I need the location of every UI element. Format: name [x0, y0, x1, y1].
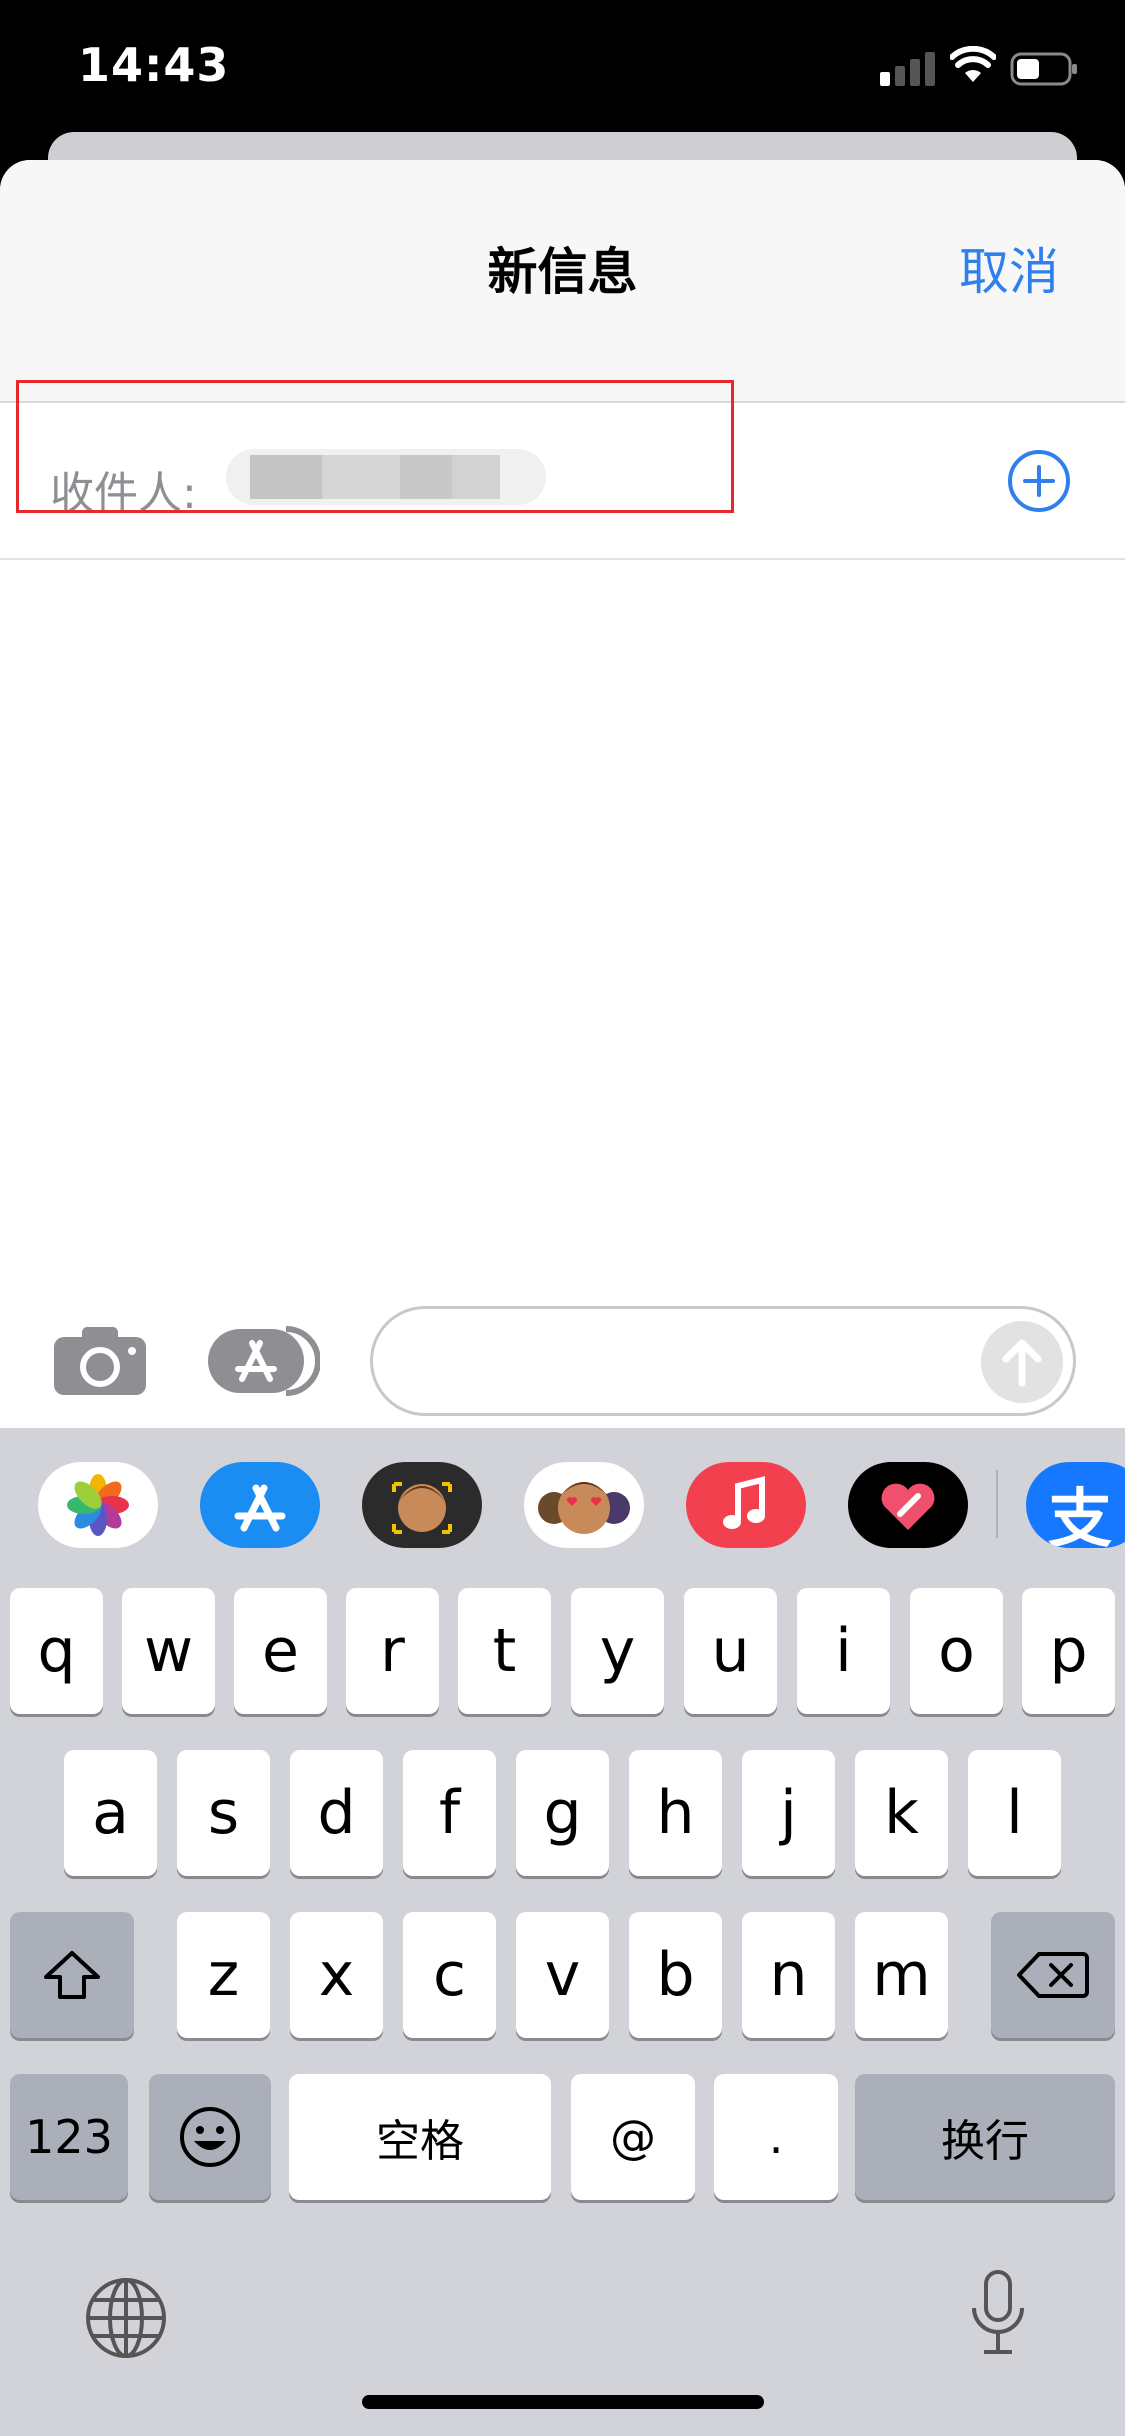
key-q[interactable]: q — [10, 1588, 103, 1714]
memoji-stickers-app-button[interactable] — [362, 1462, 482, 1548]
emoji-key[interactable] — [149, 2074, 271, 2200]
backspace-icon — [1017, 1952, 1089, 1998]
digital-touch-app-button[interactable] — [848, 1462, 968, 1548]
key-x[interactable]: x — [290, 1912, 383, 2038]
animoji-icon — [538, 1482, 630, 1534]
animoji-app-button[interactable] — [524, 1462, 644, 1548]
key-p[interactable]: p — [1022, 1588, 1115, 1714]
key-b[interactable]: b — [629, 1912, 722, 2038]
photos-app-button[interactable] — [38, 1462, 158, 1548]
memoji-icon — [392, 1482, 452, 1534]
alipay-app-button[interactable]: 支 — [1026, 1462, 1125, 1548]
send-button[interactable] — [981, 1321, 1063, 1403]
app-strip-divider — [996, 1470, 998, 1538]
app-store-icon — [234, 1484, 286, 1532]
home-indicator[interactable] — [362, 2395, 764, 2409]
globe-icon[interactable] — [84, 2276, 168, 2360]
recipient-highlight-box — [16, 380, 734, 513]
emoji-smile-icon — [180, 2107, 240, 2167]
key-v[interactable]: v — [516, 1912, 609, 2038]
key-u[interactable]: u — [684, 1588, 777, 1714]
alipay-icon: 支 — [1048, 1483, 1112, 1548]
key-t[interactable]: t — [458, 1588, 551, 1714]
cancel-button[interactable]: 取消 — [959, 232, 1059, 304]
key-y[interactable]: y — [571, 1588, 664, 1714]
numbers-key[interactable]: 123 — [10, 2074, 128, 2200]
wifi-icon — [950, 46, 996, 82]
backspace-key[interactable] — [991, 1912, 1115, 2038]
at-key[interactable]: @ — [571, 2074, 695, 2200]
page-title: 新信息 — [487, 243, 638, 301]
app-store-drawer-icon[interactable] — [208, 1325, 320, 1397]
key-i[interactable]: i — [797, 1588, 890, 1714]
heart-icon — [881, 1483, 935, 1530]
music-note-icon — [723, 1476, 765, 1529]
return-key[interactable]: 换行 — [855, 2074, 1115, 2200]
key-j[interactable]: j — [742, 1750, 835, 1876]
status-bar: 14:43 — [0, 0, 1125, 135]
camera-icon[interactable] — [52, 1325, 148, 1397]
key-m[interactable]: m — [855, 1912, 948, 2038]
keyboard: 支 q w e r t y u i o p a s d f g h j k l … — [0, 1428, 1125, 2436]
message-input[interactable] — [370, 1306, 1076, 1416]
key-w[interactable]: w — [122, 1588, 215, 1714]
key-a[interactable]: a — [64, 1750, 157, 1876]
space-key[interactable]: 空格 — [289, 2074, 551, 2200]
key-d[interactable]: d — [290, 1750, 383, 1876]
key-g[interactable]: g — [516, 1750, 609, 1876]
period-key[interactable]: . — [714, 2074, 838, 2200]
add-contact-icon[interactable] — [1006, 448, 1072, 514]
key-h[interactable]: h — [629, 1750, 722, 1876]
shift-arrow-icon — [44, 1951, 100, 1999]
arrow-up-icon — [1002, 1339, 1042, 1387]
cellular-signal-icon — [880, 52, 936, 86]
key-s[interactable]: s — [177, 1750, 270, 1876]
sheet-header: 新信息 取消 — [0, 160, 1125, 403]
photos-icon — [67, 1474, 129, 1536]
battery-icon — [1010, 52, 1077, 86]
key-n[interactable]: n — [742, 1912, 835, 2038]
imessage-app-strip: 支 — [0, 1428, 1125, 1578]
key-z[interactable]: z — [177, 1912, 270, 2038]
shift-key[interactable] — [10, 1912, 134, 2038]
key-o[interactable]: o — [910, 1588, 1003, 1714]
key-l[interactable]: l — [968, 1750, 1061, 1876]
key-c[interactable]: c — [403, 1912, 496, 2038]
key-k[interactable]: k — [855, 1750, 948, 1876]
key-r[interactable]: r — [346, 1588, 439, 1714]
microphone-icon[interactable] — [968, 2268, 1028, 2358]
key-e[interactable]: e — [234, 1588, 327, 1714]
music-app-button[interactable] — [686, 1462, 806, 1548]
app-store-app-button[interactable] — [200, 1462, 320, 1548]
key-f[interactable]: f — [403, 1750, 496, 1876]
status-time: 14:43 — [78, 38, 230, 92]
